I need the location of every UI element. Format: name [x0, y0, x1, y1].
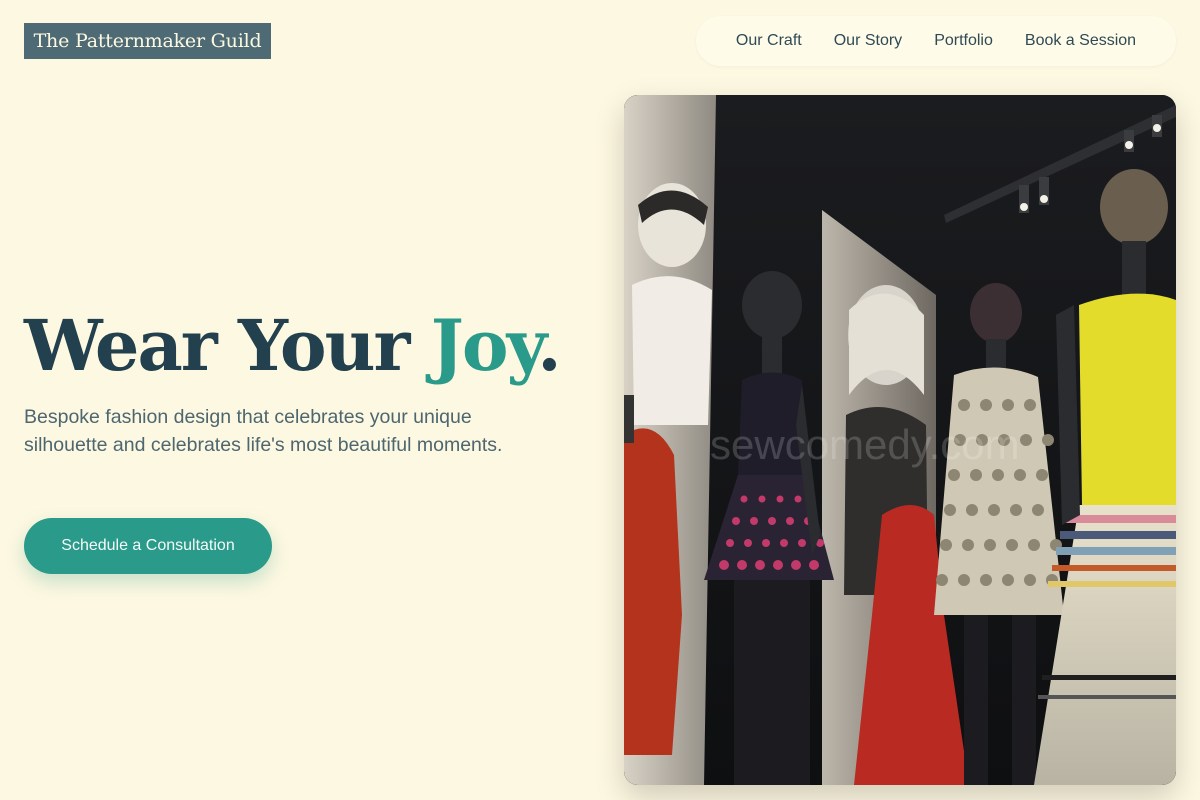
nav-item-our-story[interactable]: Our Story — [834, 32, 902, 50]
brand-logo[interactable]: The Patternmaker Guild — [24, 23, 271, 59]
hero-title: Wear Your Joy. — [24, 300, 562, 392]
schedule-consultation-button[interactable]: Schedule a Consultation — [24, 518, 272, 574]
mannequin-exhibit-photo: sewcomedy.com — [624, 95, 1176, 785]
nav-item-book-session[interactable]: Book a Session — [1025, 32, 1136, 50]
hero-image: sewcomedy.com — [624, 95, 1176, 785]
watermark-text: sewcomedy.com — [710, 421, 1020, 468]
nav-item-portfolio[interactable]: Portfolio — [934, 32, 993, 50]
nav-item-our-craft[interactable]: Our Craft — [736, 32, 802, 50]
main-nav: Our Craft Our Story Portfolio Book a Ses… — [696, 16, 1176, 66]
hero-title-period: . — [537, 304, 561, 387]
hero-title-main: Wear Your — [24, 304, 431, 387]
hero-subtitle: Bespoke fashion design that celebrates y… — [24, 406, 503, 456]
hero-title-accent: Joy — [430, 304, 539, 387]
